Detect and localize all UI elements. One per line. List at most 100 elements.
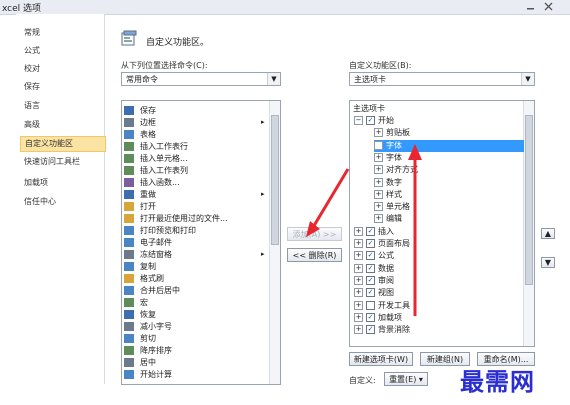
command-item[interactable]: 表格 — [124, 129, 156, 140]
tree-group-item[interactable]: + 编辑 — [374, 213, 524, 225]
command-item[interactable]: 插入函数... — [124, 177, 180, 188]
expand-icon[interactable]: + — [374, 128, 383, 138]
tab-checkbox[interactable]: ✓ — [366, 251, 375, 261]
tab-checkbox[interactable]: ✓ — [366, 263, 375, 273]
command-item[interactable]: 格式刷 — [124, 273, 164, 284]
move-down-button[interactable]: ▼ — [541, 257, 555, 268]
sidebar-item-addins[interactable]: 加载项 — [20, 176, 104, 190]
command-item[interactable]: 打开 — [124, 201, 156, 212]
command-item[interactable]: 插入工作表行 — [124, 141, 188, 152]
tree-group-item[interactable]: + 单元格 — [374, 201, 524, 213]
tree-tab-item[interactable]: + ✓ 页面布局 — [354, 238, 524, 250]
move-up-button[interactable]: ▲ — [541, 228, 555, 239]
expand-icon[interactable]: + — [374, 177, 383, 187]
tree-tab-item[interactable]: + ✓ 背景消除 — [354, 324, 524, 336]
command-item[interactable]: 插入工作表列 — [124, 165, 188, 176]
expand-icon[interactable]: + — [354, 325, 363, 335]
expand-icon[interactable]: + — [374, 165, 383, 175]
tab-checkbox[interactable] — [366, 300, 375, 310]
tree-tab-item[interactable]: − ✓ 开始 — [354, 115, 524, 127]
command-item[interactable]: 电子邮件 — [124, 237, 172, 248]
expand-icon[interactable]: + — [374, 140, 383, 150]
tree-group-item[interactable]: + 剪贴板 — [374, 127, 524, 139]
tab-checkbox[interactable]: ✓ — [366, 239, 375, 248]
sidebar-item-quick-access-toolbar[interactable]: 快速访问工具栏 — [20, 155, 104, 169]
command-item[interactable]: 边框 ▸ — [124, 117, 265, 128]
command-item[interactable]: 冻结窗格 ▸ — [124, 249, 265, 260]
sidebar-item-customize-ribbon[interactable]: 自定义功能区 — [20, 136, 106, 152]
command-item[interactable]: 合并后居中 — [124, 285, 180, 296]
command-item[interactable]: 打开最近使用过的文件... — [124, 213, 228, 224]
command-item[interactable]: 减小字号 — [124, 321, 172, 332]
expand-icon[interactable]: + — [354, 275, 363, 285]
new-tab-button[interactable]: 新建选项卡(W) — [349, 352, 413, 366]
commands-list[interactable]: 保存 边框 ▸ 表格 插入工作表行 插入单元格... 插入工作表列 插入函数... 重做 ▸ 打开打… — [121, 100, 281, 385]
tree-group-item[interactable]: + 字体 — [374, 152, 524, 164]
tab-checkbox[interactable]: ✓ — [366, 275, 375, 285]
chevron-down-icon[interactable]: ▼ — [267, 73, 280, 85]
tree-tab-item[interactable]: + ✓ 加载项 — [354, 312, 524, 324]
sidebar-item-trust-center[interactable]: 信任中心 — [20, 195, 104, 209]
expand-icon[interactable]: + — [354, 312, 363, 322]
commands-scrollbar[interactable] — [269, 101, 280, 384]
tab-checkbox[interactable]: ✓ — [366, 226, 375, 236]
close-button[interactable] — [542, 0, 556, 13]
open-icon — [124, 202, 134, 211]
command-item[interactable]: 恢复 — [124, 309, 156, 320]
expand-icon[interactable]: + — [354, 288, 363, 298]
expand-icon[interactable]: + — [374, 202, 383, 212]
collapse-icon[interactable]: − — [354, 116, 363, 125]
tree-tab-item[interactable]: + 开发工具 — [354, 300, 524, 312]
tab-checkbox[interactable]: ✓ — [366, 116, 375, 125]
tree-group-item[interactable]: + 对齐方式 — [374, 164, 524, 176]
expand-icon[interactable]: + — [374, 152, 383, 162]
tree-tab-item[interactable]: + ✓ 视图 — [354, 287, 524, 299]
sidebar-item-proofing[interactable]: 校对 — [20, 62, 104, 76]
expand-icon[interactable]: + — [354, 300, 363, 310]
command-item[interactable]: 剪切 — [124, 333, 156, 344]
commands-source-select[interactable]: 常用命令 ▼ — [121, 72, 281, 86]
chevron-down-icon[interactable]: ▼ — [521, 73, 534, 85]
commands-scroll-thumb[interactable] — [271, 115, 279, 245]
expand-icon[interactable]: + — [374, 214, 383, 224]
tree-scrollbar[interactable] — [523, 101, 534, 346]
submenu-arrow-icon: ▸ — [261, 190, 265, 198]
tree-tab-item[interactable]: + ✓ 插入 — [354, 226, 524, 238]
command-item[interactable]: 降序排序 — [124, 345, 172, 356]
expand-icon[interactable]: + — [374, 189, 383, 199]
tree-group-item[interactable]: + 字体 — [374, 139, 524, 152]
command-item[interactable]: 保存 — [124, 105, 156, 116]
expand-icon[interactable]: + — [354, 251, 363, 261]
tree-group-item[interactable]: + 样式 — [374, 189, 524, 201]
remove-button[interactable]: << 删除(R) — [287, 248, 342, 262]
ribbon-tabs-select[interactable]: 主选项卡 ▼ — [349, 72, 535, 86]
insert-cell-icon — [124, 154, 134, 163]
tab-checkbox[interactable]: ✓ — [366, 325, 375, 335]
reset-button[interactable]: 重置(E) ▾ — [384, 372, 428, 386]
tab-checkbox[interactable]: ✓ — [366, 312, 375, 322]
command-item[interactable]: 宏 — [124, 297, 148, 308]
command-item[interactable]: 居中 — [124, 357, 156, 368]
command-item[interactable]: 复制 — [124, 261, 156, 272]
sidebar-item-formulas[interactable]: 公式 — [20, 44, 104, 58]
ribbon-tree[interactable]: 主选项卡 − ✓ 开始 + 剪贴板 + 字体 + 字体 + 对齐方式 + 数字 + 样式 + 单元格 + 编辑 + ✓ 插… — [349, 100, 535, 347]
sidebar-item-general[interactable]: 常规 — [20, 26, 104, 40]
command-item[interactable]: 开始计算 — [124, 369, 172, 380]
tab-checkbox[interactable]: ✓ — [366, 288, 375, 298]
sidebar-item-language[interactable]: 语言 — [20, 99, 104, 113]
expand-icon[interactable]: + — [354, 263, 363, 273]
command-item[interactable]: 重做 ▸ — [124, 189, 265, 200]
tree-tab-item[interactable]: + ✓ 数据 — [354, 263, 524, 275]
tree-tab-item[interactable]: + ✓ 审阅 — [354, 275, 524, 287]
sidebar-item-save[interactable]: 保存 — [20, 80, 104, 94]
tree-group-item[interactable]: + 数字 — [374, 177, 524, 189]
minimize-button[interactable] — [524, 0, 538, 13]
customize-label: 自定义: — [349, 376, 376, 385]
command-item[interactable]: 打印预览和打印 — [124, 225, 196, 236]
tree-tab-item[interactable]: + ✓ 公式 — [354, 250, 524, 262]
restore-icon — [124, 310, 134, 319]
tree-scroll-thumb[interactable] — [525, 115, 533, 285]
command-label: 插入工作表行 — [140, 142, 188, 151]
command-item[interactable]: 插入单元格... — [124, 153, 188, 164]
sidebar-item-advanced[interactable]: 高级 — [20, 118, 104, 132]
